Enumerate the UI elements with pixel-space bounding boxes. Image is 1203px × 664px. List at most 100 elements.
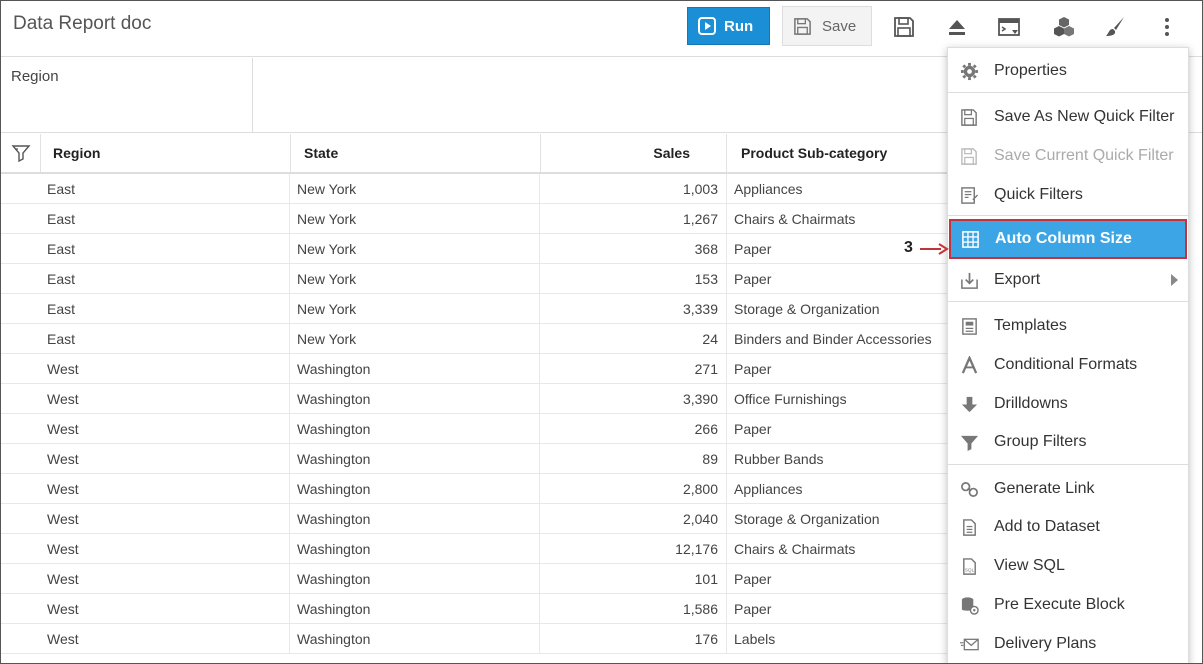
- cell-sales: 153: [540, 264, 727, 293]
- cell-region: West: [41, 624, 290, 653]
- cell-region: West: [41, 414, 290, 443]
- play-icon: [698, 17, 716, 35]
- run-button[interactable]: Run: [687, 7, 770, 45]
- menu-item-save-current-quick-filter: Save Current Quick Filter: [948, 137, 1188, 175]
- cell-product-sub-category: Appliances: [734, 180, 803, 197]
- menu-item-auto-column-size[interactable]: Auto Column Size: [949, 219, 1187, 259]
- column-filter-toggle[interactable]: [1, 134, 41, 172]
- menu-item-view-sql[interactable]: SQL View SQL: [948, 547, 1188, 585]
- menu-item-label: Quick Filters: [994, 186, 1083, 203]
- menu-item-quick-filters[interactable]: Quick Filters: [948, 176, 1188, 214]
- console-icon[interactable]: [996, 14, 1022, 40]
- column-header-product-sub-category[interactable]: Product Sub-category: [727, 134, 947, 172]
- menu-item-group-filters[interactable]: Group Filters: [948, 423, 1188, 461]
- cell-state: New York: [290, 234, 540, 263]
- paint-brush-icon[interactable]: [1102, 14, 1128, 40]
- menu-item-label: Add to Dataset: [994, 518, 1100, 535]
- table-row[interactable]: West Washington 266 Paper: [1, 414, 947, 444]
- gear-icon: [959, 61, 979, 81]
- cell-state: Washington: [290, 414, 540, 443]
- cell-region: East: [41, 264, 290, 293]
- table-row[interactable]: West Washington 271 Paper: [1, 354, 947, 384]
- submenu-arrow-icon: [1171, 274, 1178, 286]
- menu-item-label: Generate Link: [994, 480, 1095, 497]
- table-row[interactable]: West Washington 1,586 Paper: [1, 594, 947, 624]
- menu-separator: [948, 464, 1188, 465]
- menu-item-label: Delivery Plans: [994, 635, 1097, 652]
- cell-product-sub-category: Paper: [734, 570, 772, 587]
- menu-item-label: Export: [994, 271, 1041, 288]
- cell-product-sub-category: Binders and Binder Accessories: [734, 330, 932, 347]
- cell-sales: 24: [540, 324, 727, 353]
- menu-item-templates[interactable]: Templates: [948, 307, 1188, 345]
- table-row[interactable]: West Washington 3,390 Office Furnishings: [1, 384, 947, 414]
- table-row[interactable]: East New York 1,267 Chairs & Chairmats: [1, 204, 947, 234]
- menu-item-add-to-dataset[interactable]: Add to Dataset: [948, 508, 1188, 546]
- menu-item-delivery-plans[interactable]: Delivery Plans: [948, 625, 1188, 663]
- templates-icon: [959, 316, 979, 336]
- table-row[interactable]: West Washington 101 Paper: [1, 564, 947, 594]
- cell-sales: 1,267: [540, 204, 727, 233]
- more-vert-icon[interactable]: [1154, 14, 1180, 40]
- menu-item-label: Properties: [994, 62, 1067, 79]
- cell-sales: 3,339: [540, 294, 727, 323]
- menu-item-drilldowns[interactable]: Drilldowns: [948, 385, 1188, 423]
- menu-item-generate-link[interactable]: Generate Link: [948, 470, 1188, 508]
- menu-item-label: Auto Column Size: [995, 230, 1132, 247]
- save-button-label: Save: [822, 17, 857, 35]
- menu-item-label: Group Filters: [994, 433, 1087, 450]
- cell-product-sub-category: Office Furnishings: [734, 390, 847, 407]
- svg-text:SQL: SQL: [964, 567, 974, 573]
- menu-item-conditional-formats[interactable]: Conditional Formats: [948, 346, 1188, 384]
- menu-item-label: Save As New Quick Filter: [994, 108, 1175, 125]
- table-row[interactable]: East New York 3,339 Storage & Organization: [1, 294, 947, 324]
- cubes-icon[interactable]: [1051, 14, 1077, 40]
- cell-region: West: [41, 504, 290, 533]
- cell-sales: 368: [540, 234, 727, 263]
- table-row[interactable]: East New York 368 Paper: [1, 234, 947, 264]
- menu-item-export[interactable]: Export: [948, 261, 1188, 299]
- menu-item-label: Drilldowns: [994, 395, 1068, 412]
- table-row[interactable]: West Washington 2,040 Storage & Organizatio…: [1, 504, 947, 534]
- menu-item-save-as-new-quick-filter[interactable]: Save As New Quick Filter: [948, 98, 1188, 136]
- cell-product-sub-category: Rubber Bands: [734, 450, 824, 467]
- region-filter-panel[interactable]: Region: [1, 58, 253, 132]
- cell-region: West: [41, 384, 290, 413]
- table-row[interactable]: East New York 153 Paper: [1, 264, 947, 294]
- table-row[interactable]: West Washington 2,800 Appliances: [1, 474, 947, 504]
- data-table: Region State Sales Product Sub-category …: [1, 134, 947, 654]
- annotation-step-number: 3: [904, 239, 913, 256]
- cell-sales: 2,040: [540, 504, 727, 533]
- column-header-sales[interactable]: Sales: [541, 134, 727, 172]
- table-row[interactable]: East New York 24 Binders and Binder Accesso…: [1, 324, 947, 354]
- menu-item-label: Pre Execute Block: [994, 596, 1125, 613]
- envelope-icon: [959, 634, 979, 654]
- cell-state: New York: [290, 324, 540, 353]
- menu-item-label: Templates: [994, 317, 1067, 334]
- cell-state: Washington: [290, 564, 540, 593]
- report-title: Data Report doc: [13, 13, 152, 34]
- table-row[interactable]: East New York 1,003 Appliances: [1, 174, 947, 204]
- menu-separator: [948, 92, 1188, 93]
- report-options-menu: Properties Save As New Quick Filter Save C…: [947, 47, 1189, 663]
- table-row[interactable]: West Washington 176 Labels: [1, 624, 947, 654]
- cell-region: West: [41, 534, 290, 563]
- menu-item-label: View SQL: [994, 557, 1065, 574]
- save-button[interactable]: Save: [782, 6, 872, 46]
- cell-product-sub-category: Paper: [734, 420, 772, 437]
- sql-file-icon: SQL: [959, 556, 979, 576]
- column-header-region[interactable]: Region: [41, 134, 291, 172]
- eject-icon[interactable]: [944, 14, 970, 40]
- menu-item-label: Conditional Formats: [994, 356, 1138, 373]
- cell-region: East: [41, 234, 290, 263]
- menu-item-pre-execute-block[interactable]: Pre Execute Block: [948, 586, 1188, 624]
- save-report-icon[interactable]: [891, 14, 917, 40]
- table-row[interactable]: West Washington 89 Rubber Bands: [1, 444, 947, 474]
- cell-product-sub-category: Storage & Organization: [734, 300, 880, 317]
- cell-sales: 271: [540, 354, 727, 383]
- cell-region: East: [41, 204, 290, 233]
- table-row[interactable]: West Washington 12,176 Chairs & Chairmats: [1, 534, 947, 564]
- cell-sales: 89: [540, 444, 727, 473]
- column-header-state[interactable]: State: [291, 134, 541, 172]
- menu-item-properties[interactable]: Properties: [948, 52, 1188, 90]
